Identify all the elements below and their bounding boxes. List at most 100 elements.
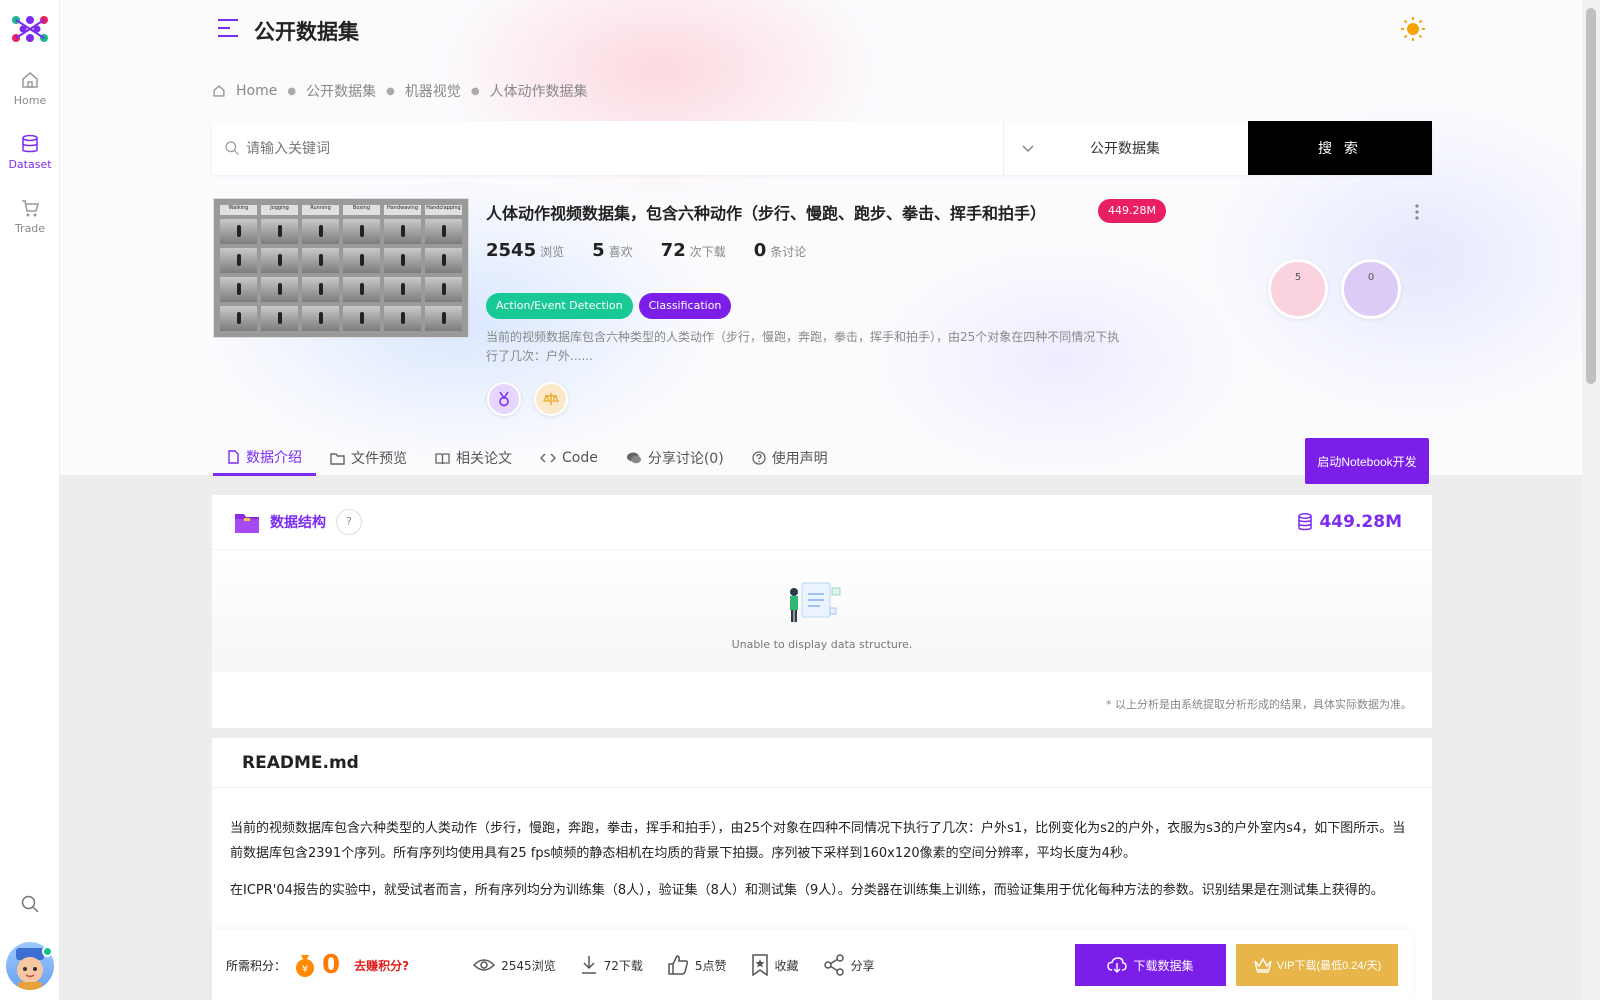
rail-item-label: Trade: [14, 222, 46, 235]
license-badge: [534, 382, 568, 416]
home-icon: [213, 85, 225, 97]
page-title: 公开数据集: [254, 20, 359, 44]
launch-notebook-button[interactable]: 启动Notebook开发: [1305, 438, 1429, 484]
thumb-frame: [343, 219, 380, 244]
thumb-frame: [220, 306, 257, 331]
online-status-dot: [42, 946, 53, 957]
thumb-label: Jogging: [261, 205, 298, 215]
thumb-frame: [343, 277, 380, 302]
code-icon: [540, 453, 556, 463]
stat-views: 2545 浏览: [486, 240, 565, 261]
data-structure-label: 数据结构: [270, 515, 326, 531]
breadcrumb-separator: ●: [470, 85, 480, 97]
breadcrumb-public-datasets[interactable]: 公开数据集: [306, 81, 376, 101]
help-button[interactable]: ?: [336, 509, 362, 535]
data-structure-header: 数据结构 ?: [212, 495, 1432, 550]
rail-item-dataset[interactable]: Dataset: [0, 134, 60, 171]
data-structure-panel: 数据结构 ? 449.28M Unable to display data st…: [212, 495, 1432, 728]
search-button[interactable]: 搜 索: [1248, 121, 1432, 175]
page-scrollbar[interactable]: [1582, 0, 1600, 1000]
database-icon: [22, 134, 38, 153]
more-options-button[interactable]: [1414, 203, 1420, 225]
tab-usage-terms[interactable]: 使用声明: [738, 440, 842, 476]
stat-likes: 5 喜欢: [592, 240, 633, 261]
earn-points-link[interactable]: 去赚积分?: [354, 957, 409, 974]
analysis-note: * 以上分析是由系统提取分析形成的结果，具体实际数据为准。: [1106, 698, 1412, 711]
tab-bar: 数据介绍 文件预览 相关论文 Code 分享讨论(0) 使用声明: [213, 440, 842, 476]
tab-papers[interactable]: 相关论文: [421, 440, 526, 476]
thumb-frame: [425, 219, 462, 244]
thumb-frame: [302, 248, 339, 273]
tab-code[interactable]: Code: [526, 440, 612, 476]
tab-file-preview[interactable]: 文件预览: [316, 440, 421, 476]
tag-classification[interactable]: Classification: [638, 293, 732, 319]
thumb-frame: [343, 306, 380, 331]
rail-search-button[interactable]: [20, 894, 40, 918]
footer-action-bar: 所需积分： ¥ 0 去赚积分? 2545浏览 72下载 5点赞 收藏 分享 下载…: [212, 930, 1412, 1000]
search-icon: [225, 141, 239, 155]
views-counter: 2545浏览: [473, 957, 556, 974]
rail-item-label: Dataset: [8, 158, 52, 171]
readme-title: README.md: [212, 738, 1432, 788]
breadcrumb-separator: ●: [287, 85, 297, 97]
search-input[interactable]: [212, 121, 1004, 175]
tab-introduction[interactable]: 数据介绍: [213, 440, 316, 476]
thumb-label: Walking: [220, 205, 257, 215]
tab-discussion[interactable]: 分享讨论(0): [612, 440, 738, 476]
tag-action-detection[interactable]: Action/Event Detection: [486, 293, 633, 319]
breadcrumb-machine-vision[interactable]: 机器视觉: [405, 81, 461, 101]
sun-icon: [1401, 17, 1425, 41]
vip-download-button[interactable]: VIP下载(最低0.24/天): [1236, 944, 1398, 986]
stat-downloads: 72 次下载: [660, 240, 726, 261]
home-icon: [22, 72, 38, 88]
like-button[interactable]: 5点赞: [667, 955, 727, 975]
thumbs-up-icon: [668, 955, 688, 975]
chevron-down-icon: [1022, 145, 1034, 153]
search-icon: [21, 895, 39, 913]
thumb-frame: [302, 306, 339, 331]
category-select[interactable]: 公开数据集: [1004, 121, 1248, 175]
file-icon: [228, 449, 239, 464]
dataset-title: 人体动作视频数据集，包含六种动作（步行、慢跑、跑步、拳击、挥手和拍手）: [486, 204, 1047, 223]
menu-toggle-button[interactable]: [216, 17, 240, 43]
menu-icon: [218, 19, 238, 37]
rail-item-trade[interactable]: Trade: [0, 198, 60, 235]
rail-item-home[interactable]: Home: [0, 70, 60, 107]
thumb-frame: [425, 306, 462, 331]
comments-icon: [626, 452, 641, 464]
theme-toggle-button[interactable]: [1400, 16, 1426, 46]
tag-list: Action/Event Detection Classification: [486, 293, 732, 319]
folder-icon: [330, 452, 345, 465]
thumb-frame: [425, 248, 462, 273]
share-button[interactable]: 分享: [823, 954, 875, 976]
folder-icon: [235, 514, 259, 533]
downloads-counter: 72下载: [580, 955, 643, 975]
download-dataset-button[interactable]: 下载数据集: [1075, 944, 1226, 986]
question-circle-icon: [752, 451, 766, 465]
scrollbar-thumb[interactable]: [1586, 8, 1596, 384]
breadcrumb-separator: ●: [386, 85, 395, 97]
dataset-thumbnail[interactable]: Walking Jogging Running Boxing Handwavin…: [213, 198, 469, 338]
empty-state: Unable to display data structure.: [212, 550, 1432, 672]
likes-circle[interactable]: 5: [1268, 259, 1328, 319]
thumb-frame: [261, 277, 298, 302]
thumb-frame: [302, 219, 339, 244]
total-size: 449.28M: [1297, 512, 1402, 532]
discussions-circle[interactable]: 0: [1341, 259, 1401, 319]
coin-bag-icon: ¥: [296, 955, 315, 977]
stat-discussions: 0 条讨论: [753, 240, 807, 261]
thumb-frame: [261, 248, 298, 273]
bookmark-star-icon: [751, 954, 768, 976]
app-logo[interactable]: [10, 14, 50, 44]
thumb-frame: [384, 306, 421, 331]
thumb-frame: [384, 219, 421, 244]
dataset-description: 当前的视频数据库包含六种类型的人类动作（步行，慢跑，奔跑，拳击，挥手和拍手），由…: [486, 330, 1120, 363]
thumb-frame: [220, 248, 257, 273]
thumb-label: Boxing: [343, 205, 380, 215]
thumb-frame: [302, 277, 339, 302]
thumb-frame: [384, 248, 421, 273]
breadcrumb-home[interactable]: Home: [236, 83, 277, 99]
eye-icon: [473, 959, 496, 971]
breadcrumb: Home ● 公开数据集 ● 机器视觉 ● 人体动作数据集: [212, 81, 588, 101]
favorite-button[interactable]: 收藏: [751, 954, 799, 976]
